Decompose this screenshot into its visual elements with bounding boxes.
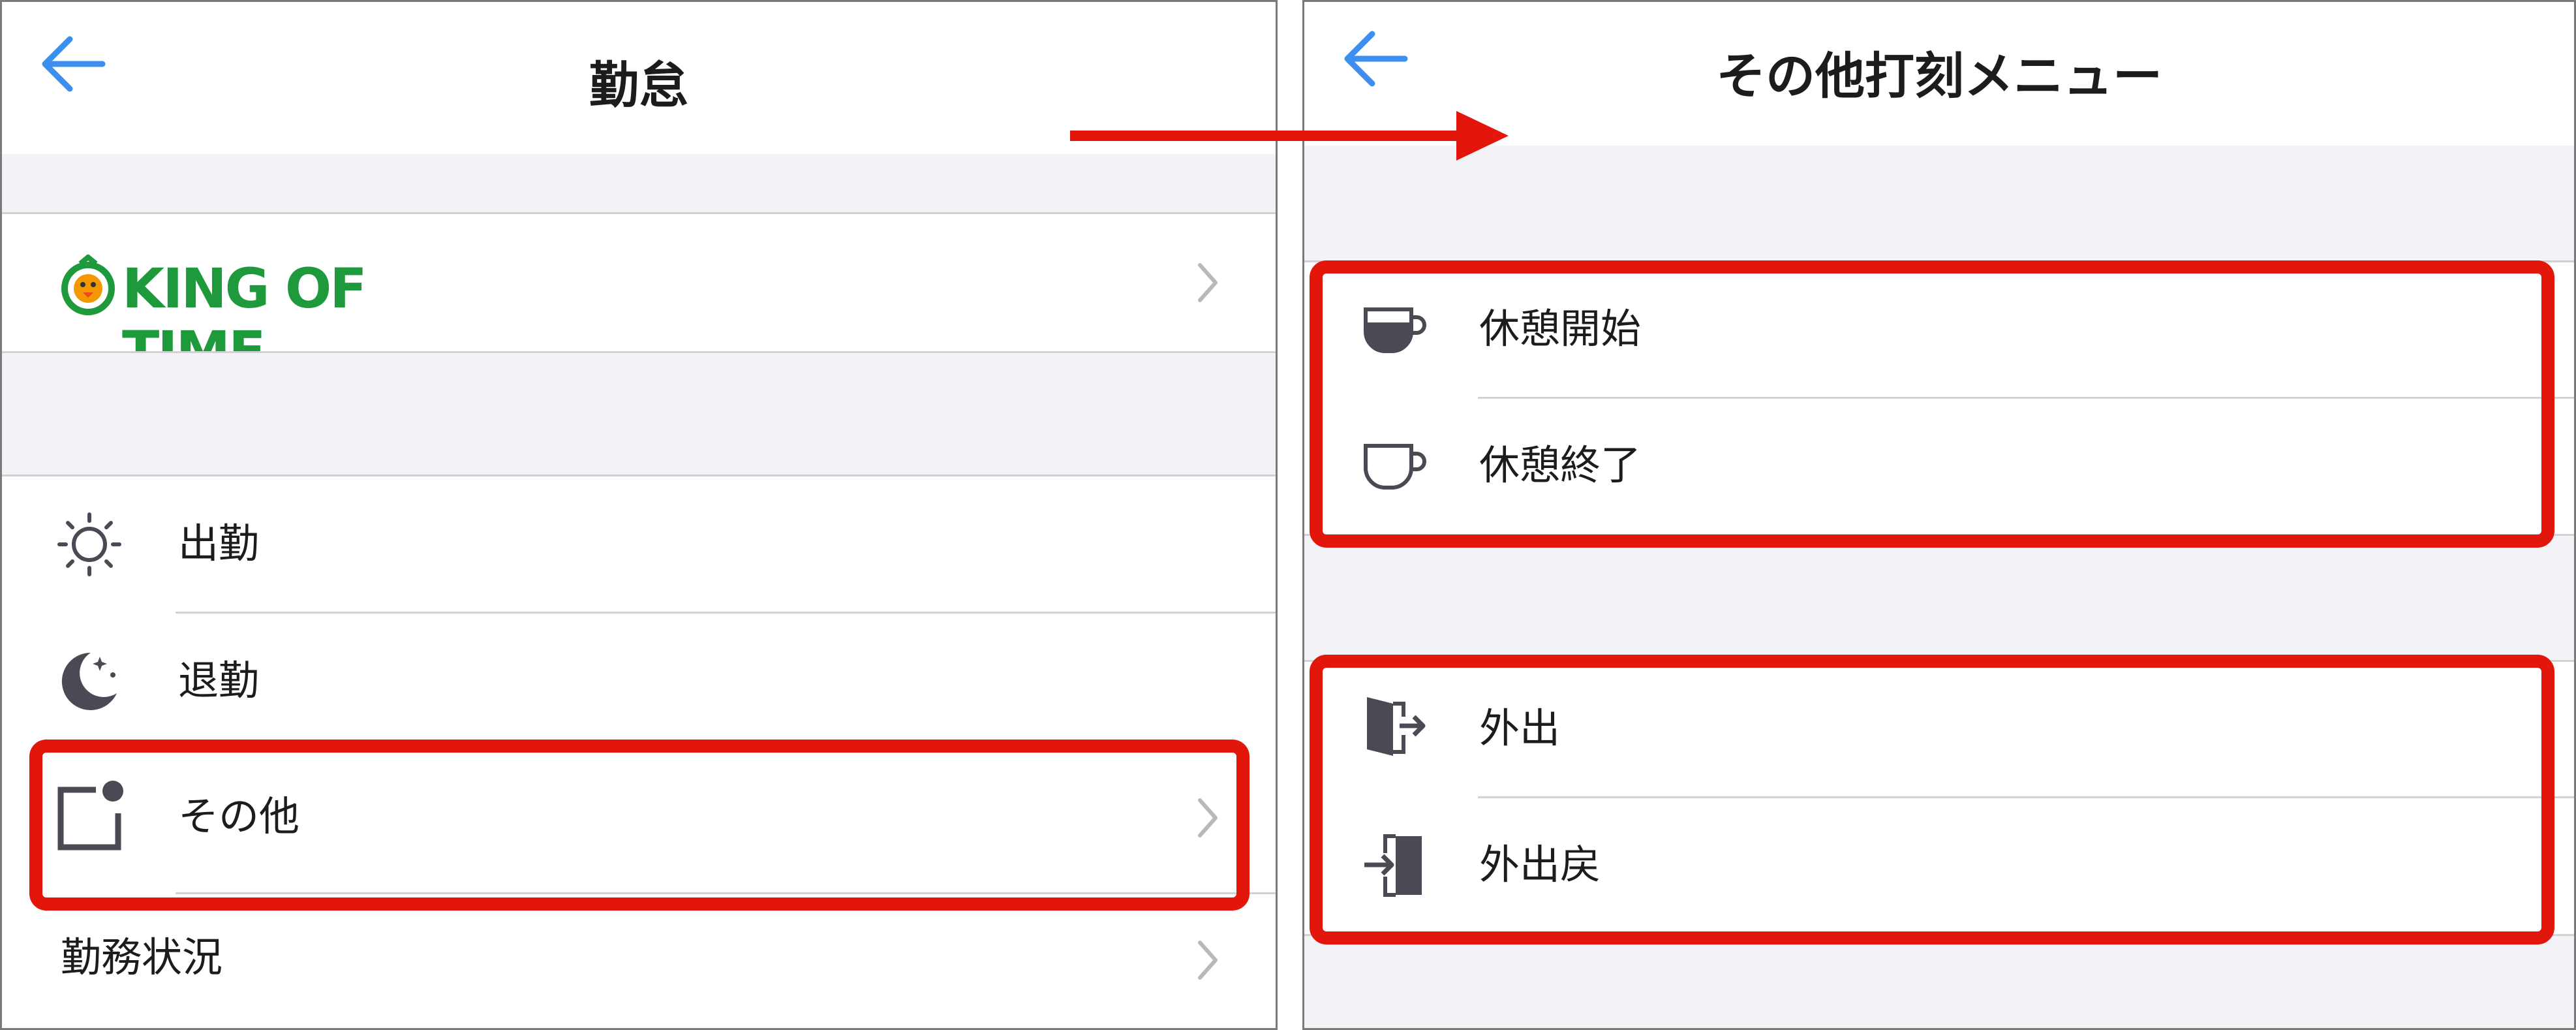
section-spacer bbox=[1304, 536, 2574, 661]
row-label: 退勤 bbox=[178, 657, 260, 704]
row-label: 休憩終了 bbox=[1479, 441, 1642, 489]
row-label: 外出 bbox=[1479, 704, 1561, 752]
door-enter-icon bbox=[1364, 834, 1422, 897]
king-of-time-row[interactable]: KING OF TIME bbox=[2, 214, 1276, 382]
king-of-time-logo: KING OF TIME bbox=[57, 252, 474, 382]
chevron-right-icon bbox=[1198, 798, 1218, 837]
section-spacer bbox=[2, 353, 1276, 475]
chevron-right-icon bbox=[1198, 941, 1218, 980]
clock-out-row[interactable]: 退勤 bbox=[2, 614, 1276, 749]
other-notification-icon bbox=[57, 781, 123, 851]
go-out-row[interactable]: 外出 bbox=[1304, 662, 2574, 797]
cup-filled-icon bbox=[1364, 307, 1426, 353]
return-row[interactable]: 外出戻 bbox=[1304, 798, 2574, 933]
work-status-row[interactable]: 勤務状況 bbox=[2, 894, 1276, 1028]
break-start-row[interactable]: 休憩開始 bbox=[1304, 262, 2574, 398]
cup-empty-icon bbox=[1364, 444, 1426, 490]
row-label: 休憩開始 bbox=[1479, 305, 1642, 352]
page-title: その他打刻メニュー bbox=[1716, 47, 2162, 105]
transition-arrow-icon bbox=[1070, 111, 1509, 161]
moon-icon bbox=[61, 652, 117, 710]
door-exit-icon bbox=[1367, 697, 1426, 756]
break-end-row[interactable]: 休憩終了 bbox=[1304, 399, 2574, 534]
row-label: 外出戻 bbox=[1479, 841, 1601, 888]
row-label: 勤務状況 bbox=[61, 933, 223, 981]
row-label: 出勤 bbox=[178, 520, 260, 567]
chevron-right-icon bbox=[1198, 263, 1218, 302]
bird-mascot-icon bbox=[61, 255, 115, 315]
other-row[interactable]: その他 bbox=[2, 749, 1276, 885]
row-label: その他 bbox=[178, 792, 300, 840]
sun-icon bbox=[57, 512, 121, 576]
section-spacer bbox=[1304, 936, 2574, 1028]
clock-in-row[interactable]: 出勤 bbox=[2, 476, 1276, 612]
